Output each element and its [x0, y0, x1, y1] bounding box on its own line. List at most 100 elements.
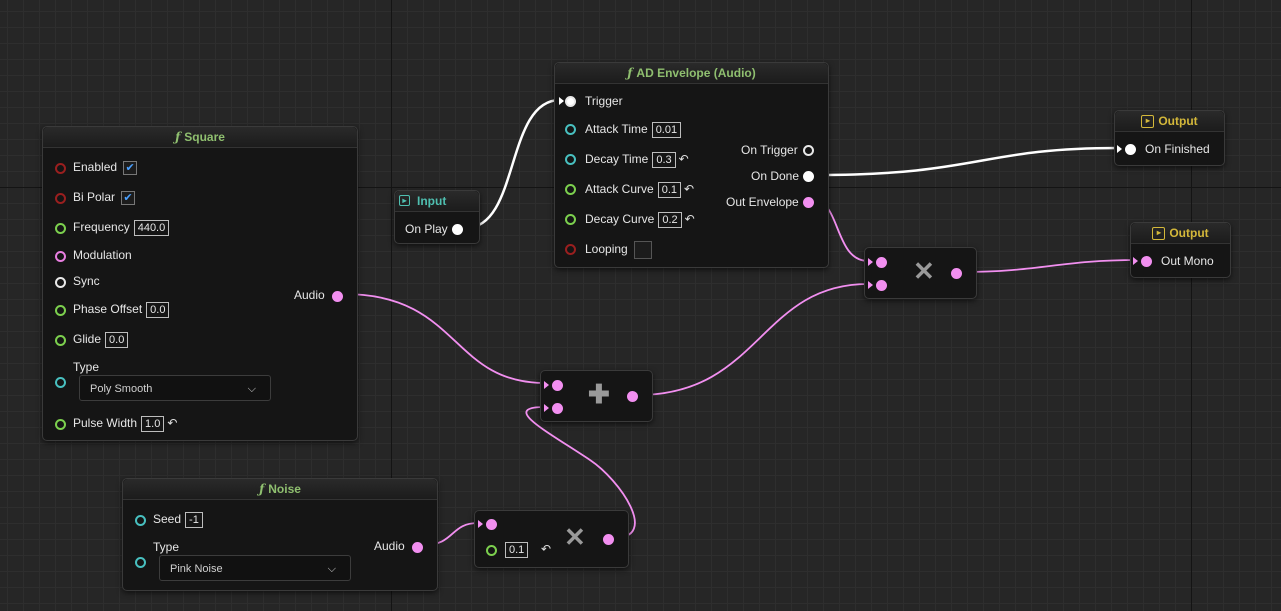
chevron-down-icon: ⌵ — [247, 383, 256, 395]
noise-type-dropdown-value: Pink Noise — [170, 563, 223, 575]
trigger-pin[interactable] — [565, 96, 576, 107]
multiply-node[interactable]: ✕ — [864, 247, 977, 299]
glide-label: Glide — [73, 332, 102, 346]
frequency-input[interactable]: 440.0 — [133, 219, 170, 236]
output-icon: ▸ — [1141, 115, 1155, 129]
decay-time-row: Decay Time 0.3 ↶ — [585, 150, 689, 168]
checkmark-icon: ✔ — [123, 191, 133, 204]
square-node[interactable]: ƒ Square Enabled ✔ Bi Polar ✔ Frequency 440.… — [42, 126, 358, 441]
decay-curve-row: Decay Curve 0.2 ↶ — [585, 210, 695, 228]
noise-node-header[interactable]: ƒ Noise — [123, 479, 437, 500]
bipolar-checkbox[interactable]: ✔ — [121, 190, 136, 205]
noise-multiply-scalar-input[interactable]: 0.1 — [505, 542, 529, 558]
out-mono-pin[interactable] — [1141, 256, 1152, 267]
attack-curve-row: Attack Curve 0.1 ↶ — [585, 180, 694, 198]
frequency-pin[interactable] — [55, 223, 66, 234]
on-done-pin[interactable] — [803, 171, 814, 182]
type-dropdown-value: Poly Smooth — [90, 383, 153, 395]
noise-node[interactable]: ƒ Noise Seed -1 Type Pink Noise ⌵ Audio — [122, 478, 438, 591]
square-audio-out-pin[interactable] — [332, 291, 343, 302]
reset-arrow-icon[interactable]: ↶ — [685, 212, 695, 226]
reset-arrow-icon[interactable]: ↶ — [679, 152, 689, 166]
enabled-checkbox[interactable]: ✔ — [123, 160, 138, 175]
output-out-mono-header[interactable]: ▸ Output — [1131, 223, 1230, 244]
seed-pin[interactable] — [135, 515, 146, 526]
checkmark-icon: ✔ — [125, 161, 135, 174]
looping-pin[interactable] — [565, 244, 576, 255]
noise-audio-out-pin[interactable] — [412, 542, 423, 553]
modulation-row: Modulation — [73, 246, 132, 264]
phase-offset-input[interactable]: 0.0 — [146, 301, 170, 318]
out-envelope-label: Out Envelope — [726, 195, 799, 209]
attack-time-pin[interactable] — [565, 124, 576, 135]
ad-envelope-node-header[interactable]: ƒ AD Envelope (Audio) — [555, 63, 828, 84]
noise-multiply-scalar-pin[interactable] — [486, 545, 497, 556]
type-pin[interactable] — [55, 377, 66, 388]
noise-multiply-in-pin[interactable] — [486, 519, 497, 530]
out-envelope-pin[interactable] — [803, 197, 814, 208]
on-play-pin[interactable] — [452, 224, 463, 235]
type-dropdown[interactable]: Poly Smooth ⌵ — [79, 375, 271, 401]
trigger-label: Trigger — [585, 94, 623, 108]
frequency-row: Frequency 440.0 — [73, 218, 170, 236]
phase-offset-pin[interactable] — [55, 305, 66, 316]
reset-arrow-icon[interactable]: ↶ — [541, 542, 551, 556]
add-in-a-pin[interactable] — [552, 380, 563, 391]
square-audio-label: Audio — [294, 288, 325, 302]
multiply-in-a-pin[interactable] — [876, 257, 887, 268]
noise-title: Noise — [268, 482, 301, 496]
pulse-width-row: Pulse Width 1.0 ↶ — [73, 414, 177, 432]
output-out-mono-node[interactable]: ▸ Output Out Mono — [1130, 222, 1231, 278]
modulation-pin[interactable] — [55, 251, 66, 262]
reset-arrow-icon[interactable]: ↶ — [167, 416, 177, 430]
frequency-label: Frequency — [73, 220, 130, 234]
attack-time-input[interactable]: 0.01 — [651, 121, 682, 138]
seed-input[interactable]: -1 — [185, 511, 203, 528]
attack-curve-pin[interactable] — [565, 184, 576, 195]
output-on-finished-header[interactable]: ▸ Output — [1115, 111, 1224, 132]
output-on-finished-node[interactable]: ▸ Output On Finished — [1114, 110, 1225, 166]
wire-onplay-trigger — [465, 98, 561, 230]
attack-time-label: Attack Time — [585, 122, 648, 136]
noise-multiply-node[interactable]: 0.1 ↶ ✕ — [474, 510, 629, 568]
decay-time-input[interactable]: 0.3 — [652, 151, 676, 168]
noise-type-dropdown[interactable]: Pink Noise ⌵ — [159, 555, 351, 581]
decay-time-pin[interactable] — [565, 154, 576, 165]
add-in-b-pin[interactable] — [552, 403, 563, 414]
on-play-label: On Play — [405, 222, 448, 236]
multiply-in-b-pin[interactable] — [876, 280, 887, 291]
reset-arrow-icon[interactable]: ↶ — [684, 182, 694, 196]
noise-multiply-out-pin[interactable] — [603, 534, 614, 545]
decay-curve-pin[interactable] — [565, 214, 576, 225]
output-icon: ▸ — [1152, 227, 1166, 241]
add-out-pin[interactable] — [627, 391, 638, 402]
decay-curve-input[interactable]: 0.2 — [658, 211, 682, 228]
looping-label: Looping — [585, 242, 628, 256]
attack-curve-input[interactable]: 0.1 — [657, 181, 681, 198]
glide-pin[interactable] — [55, 335, 66, 346]
on-finished-label: On Finished — [1145, 142, 1210, 156]
pulse-width-input[interactable]: 1.0 — [141, 415, 165, 432]
square-node-header[interactable]: ƒ Square — [43, 127, 357, 148]
on-finished-pin[interactable] — [1125, 144, 1136, 155]
sync-row: Sync — [73, 272, 100, 290]
add-operator-icon: ✚ — [588, 379, 610, 409]
multiply-out-pin[interactable] — [951, 268, 962, 279]
bipolar-pin[interactable] — [55, 193, 66, 204]
enabled-pin[interactable] — [55, 163, 66, 174]
pulse-width-pin[interactable] — [55, 419, 66, 430]
glide-input[interactable]: 0.0 — [105, 331, 129, 348]
add-node[interactable]: ✚ — [540, 370, 653, 422]
multiply-in-b-arrow — [868, 281, 873, 289]
wire-add-multiply — [637, 283, 869, 396]
on-trigger-pin[interactable] — [803, 145, 814, 156]
noise-type-pin[interactable] — [135, 557, 146, 568]
enabled-row: Enabled ✔ — [73, 158, 138, 176]
sync-pin[interactable] — [55, 277, 66, 288]
ad-envelope-node[interactable]: ƒ AD Envelope (Audio) Trigger Attack Time… — [554, 62, 829, 268]
looping-row: Looping — [585, 240, 652, 259]
looping-checkbox[interactable] — [633, 240, 652, 259]
function-icon: ƒ — [627, 66, 633, 80]
input-node-header[interactable]: ▸ Input — [395, 191, 479, 212]
input-node[interactable]: ▸ Input On Play — [394, 190, 480, 244]
